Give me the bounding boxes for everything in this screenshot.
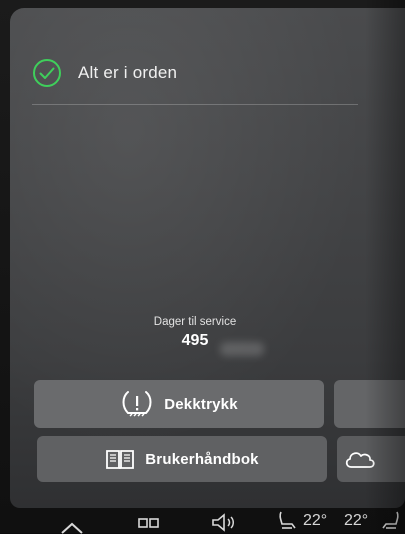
divider (32, 104, 358, 105)
seat-heat-left-icon[interactable] (276, 510, 298, 532)
temp-left[interactable]: 22° (303, 512, 327, 530)
screen-glare (220, 342, 264, 356)
owners-manual-label: Brukerhåndbok (145, 450, 259, 468)
bottom-bar: 22° 22° (0, 508, 405, 534)
car-info-screen: Alt er i orden Dager til service 495 Dek… (10, 8, 405, 508)
status-message: Alt er i orden (78, 63, 178, 82)
home-icon[interactable] (60, 520, 84, 534)
apps-grid-icon[interactable] (137, 517, 161, 533)
cloud-icon (345, 452, 375, 468)
tire-pressure-button[interactable]: Dekktrykk (34, 380, 324, 428)
tire-pressure-warning-icon (122, 391, 152, 417)
side-tile-cloud[interactable] (337, 436, 405, 482)
temp-right[interactable]: 22° (344, 512, 368, 530)
volume-icon[interactable] (210, 512, 240, 532)
service-label: Dager til service (153, 316, 237, 328)
owners-manual-button[interactable]: Brukerhåndbok (37, 436, 327, 482)
status-row: Alt er i orden (32, 56, 177, 90)
check-circle-icon (33, 59, 61, 87)
seat-heat-right-icon[interactable] (380, 510, 402, 532)
side-tile-top[interactable] (334, 380, 405, 428)
tire-pressure-label: Dekktrykk (164, 395, 238, 413)
manual-book-icon (106, 450, 135, 469)
